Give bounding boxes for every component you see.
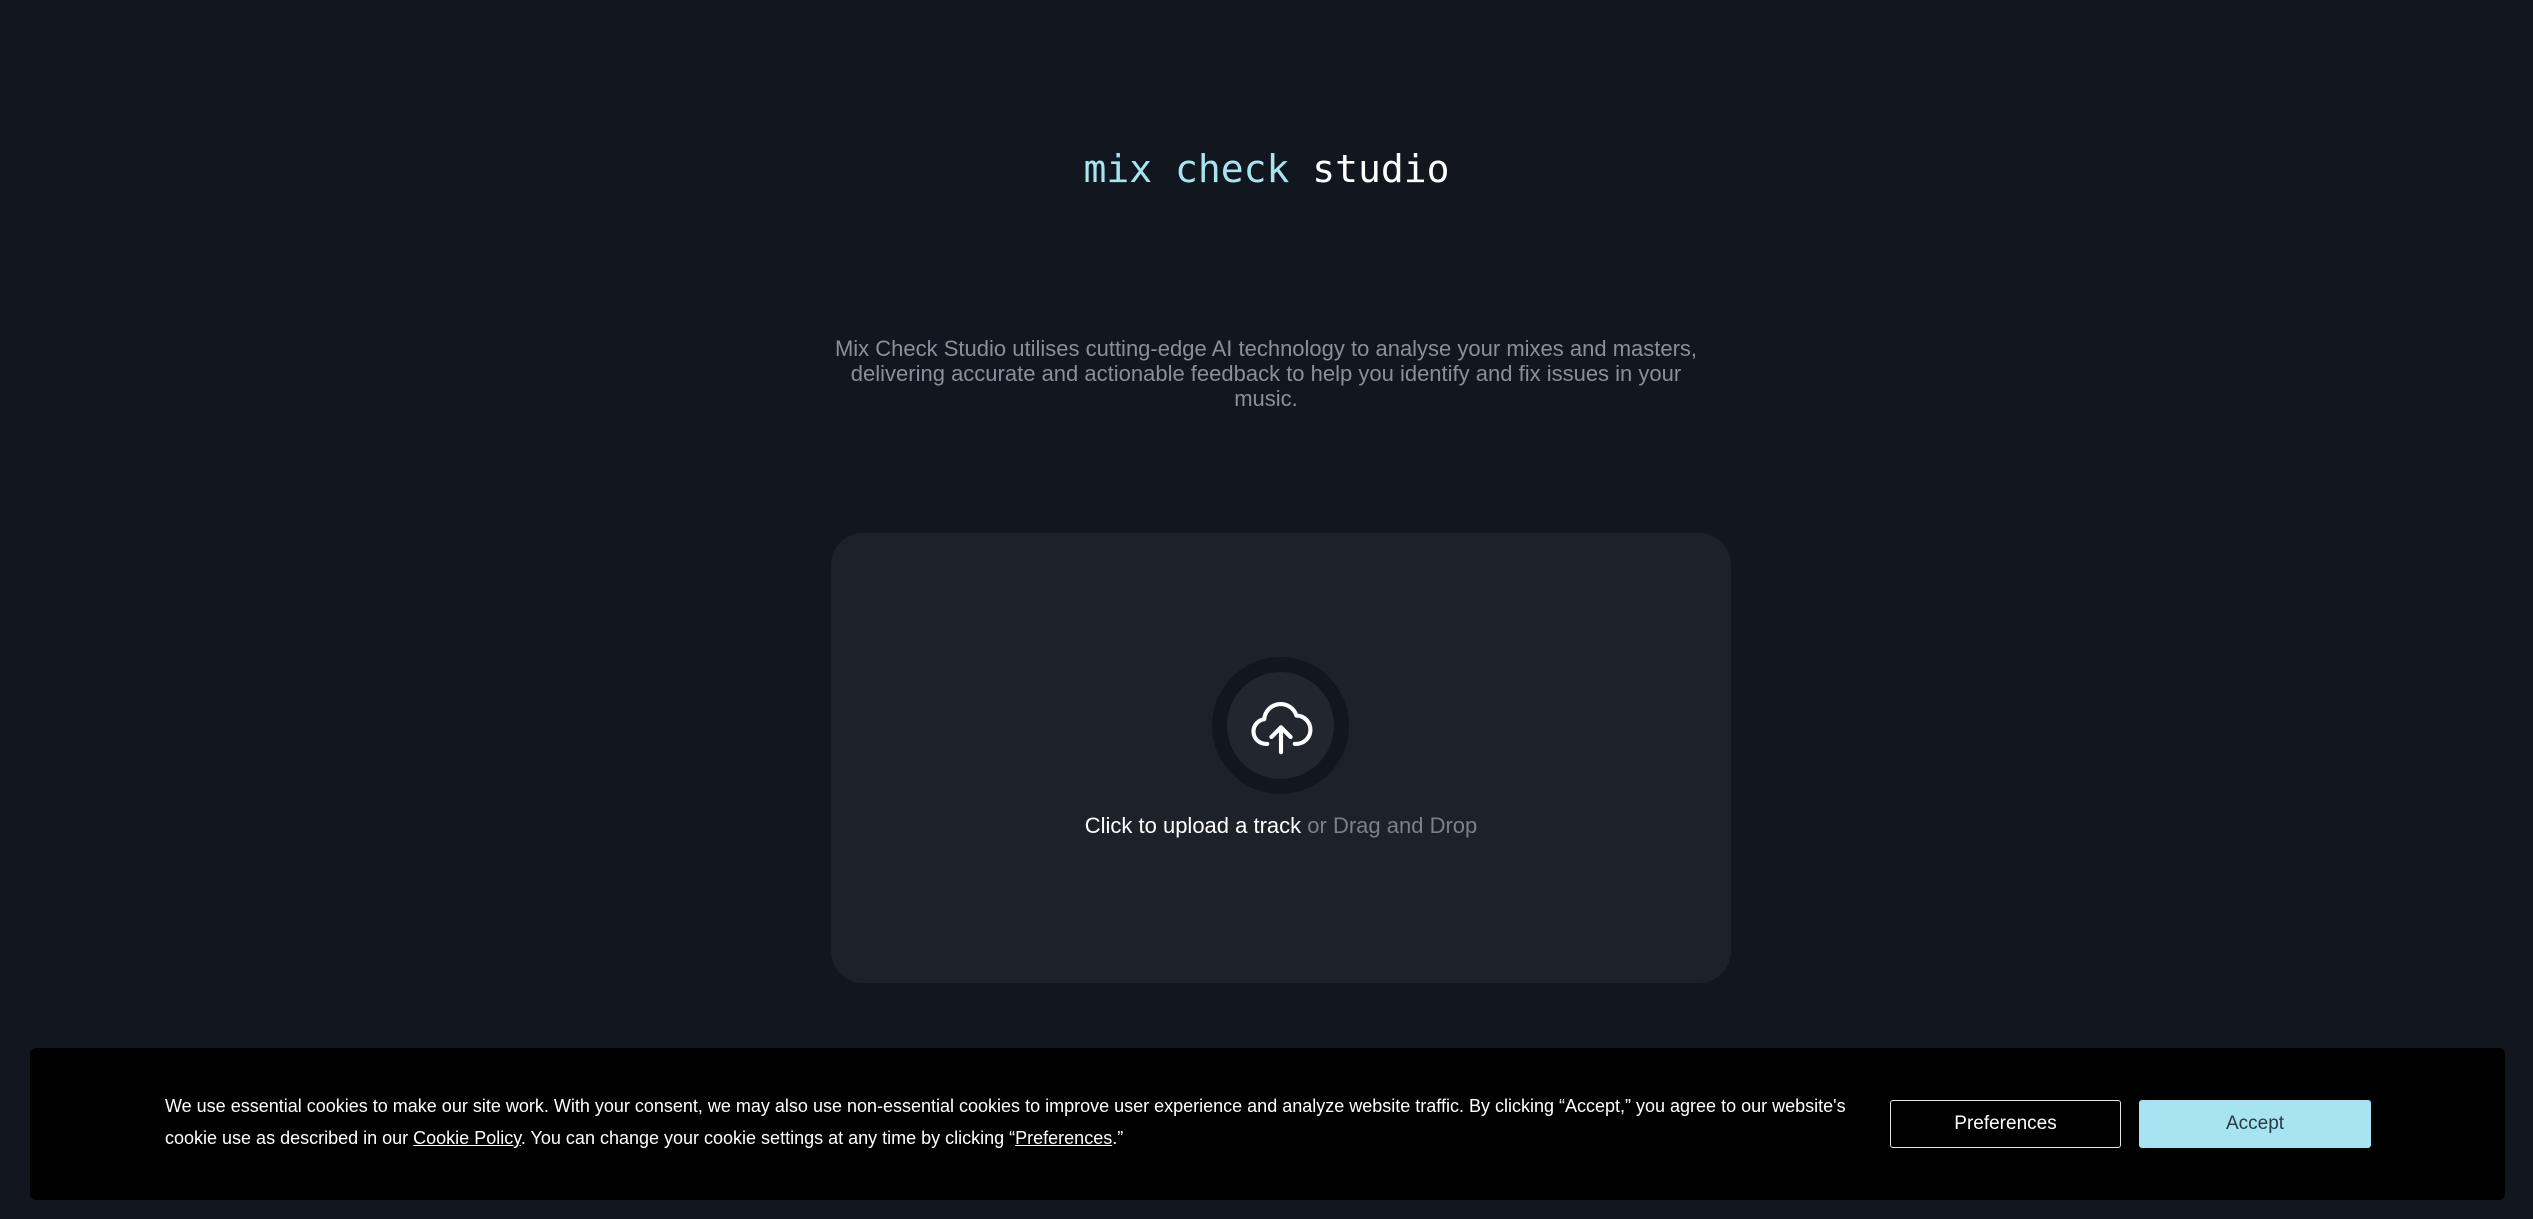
cookie-banner: We use essential cookies to make our sit…	[30, 1048, 2505, 1200]
cookie-text-part2: . You can change your cookie settings at…	[520, 1128, 1016, 1148]
cookie-message: We use essential cookies to make our sit…	[165, 1090, 1875, 1154]
cookie-text-part3: .”	[1112, 1128, 1124, 1148]
preferences-link[interactable]: Preferences	[1015, 1128, 1112, 1148]
site-logo[interactable]: mix check studio	[0, 142, 2533, 196]
upload-primary-text[interactable]: Click to upload a track	[1085, 813, 1301, 838]
accept-button[interactable]: Accept	[2139, 1100, 2371, 1148]
page: mix check studio Mix Check Studio utilis…	[0, 0, 2533, 1219]
cookie-policy-link[interactable]: Cookie Policy	[413, 1128, 521, 1148]
preferences-button[interactable]: Preferences	[1890, 1100, 2121, 1148]
logo-plain-text: studio	[1312, 147, 1450, 191]
upload-button[interactable]	[1212, 657, 1349, 794]
upload-instructions: Click to upload a track or Drag and Drop	[831, 810, 1731, 842]
logo-accent-text: mix check	[1083, 147, 1290, 191]
upload-icon-background	[1227, 672, 1334, 779]
tagline: Mix Check Studio utilises cutting-edge A…	[834, 336, 1698, 411]
cloud-upload-icon	[1251, 702, 1313, 755]
upload-dropzone[interactable]: Click to upload a track or Drag and Drop	[831, 533, 1731, 983]
upload-secondary-text: or Drag and Drop	[1307, 813, 1478, 838]
